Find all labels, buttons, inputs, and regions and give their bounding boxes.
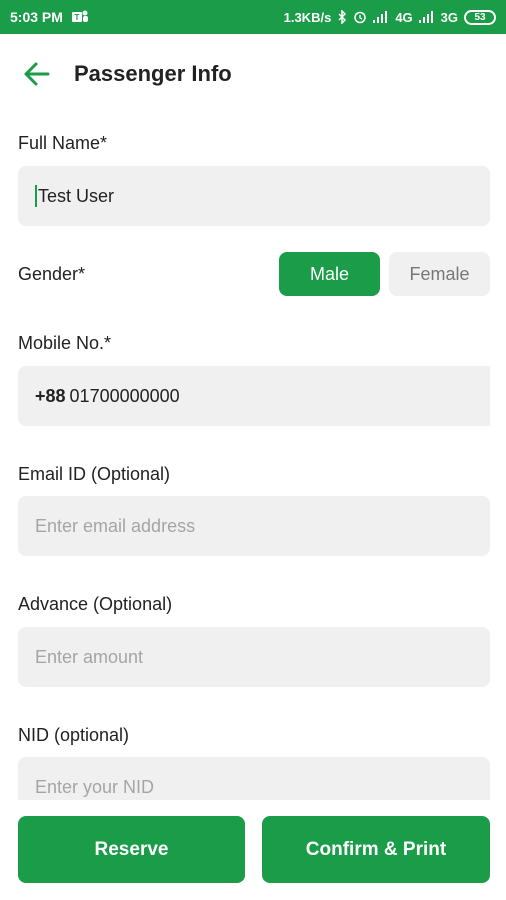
alarm-icon — [353, 10, 367, 24]
page-title: Passenger Info — [74, 61, 232, 86]
email-placeholder: Enter email address — [35, 515, 196, 536]
gender-male-button[interactable]: Male — [279, 252, 380, 296]
battery-icon: 53 — [464, 9, 496, 25]
country-code-prefix: +88 — [35, 385, 66, 406]
status-bar: 5:03 PM T 1.3KB/s 4G 3G 53 — [0, 0, 506, 34]
svg-text:T: T — [74, 13, 79, 22]
nid-label: NID (optional) — [18, 725, 130, 745]
email-label: Email ID (Optional) — [18, 464, 171, 484]
network-speed: 1.3KB/s — [283, 9, 332, 25]
reserve-button[interactable]: Reserve — [18, 816, 245, 883]
signal-icon-2 — [418, 11, 435, 23]
full-name-value: Test User — [38, 185, 115, 206]
app-bar: Passenger Info — [0, 34, 506, 114]
gender-female-button[interactable]: Female — [389, 252, 490, 296]
back-arrow-icon[interactable] — [22, 60, 52, 88]
advance-label: Advance (Optional) — [18, 594, 173, 614]
advance-placeholder: Enter amount — [35, 646, 144, 667]
email-input[interactable]: Enter email address — [18, 496, 490, 556]
mobile-label: Mobile No.* — [18, 333, 112, 353]
action-footer: Reserve Confirm & Print — [0, 800, 506, 900]
nid-placeholder: Enter your NID — [35, 776, 155, 797]
gender-label: Gender* — [18, 264, 86, 284]
status-time: 5:03 PM — [10, 9, 63, 25]
bluetooth-icon — [337, 10, 347, 24]
full-name-label: Full Name* — [18, 133, 108, 153]
signal-icon — [373, 11, 389, 23]
confirm-print-button[interactable]: Confirm & Print — [262, 816, 490, 883]
network-type-1: 4G — [395, 9, 413, 25]
text-cursor — [35, 185, 37, 207]
teams-app-icon: T — [71, 9, 89, 25]
advance-input[interactable]: Enter amount — [18, 627, 490, 687]
full-name-input[interactable]: Test User — [18, 166, 490, 226]
mobile-input[interactable]: +88 01700000000 — [18, 366, 490, 426]
mobile-value: 01700000000 — [69, 385, 180, 406]
network-type-2: 3G — [440, 9, 458, 25]
